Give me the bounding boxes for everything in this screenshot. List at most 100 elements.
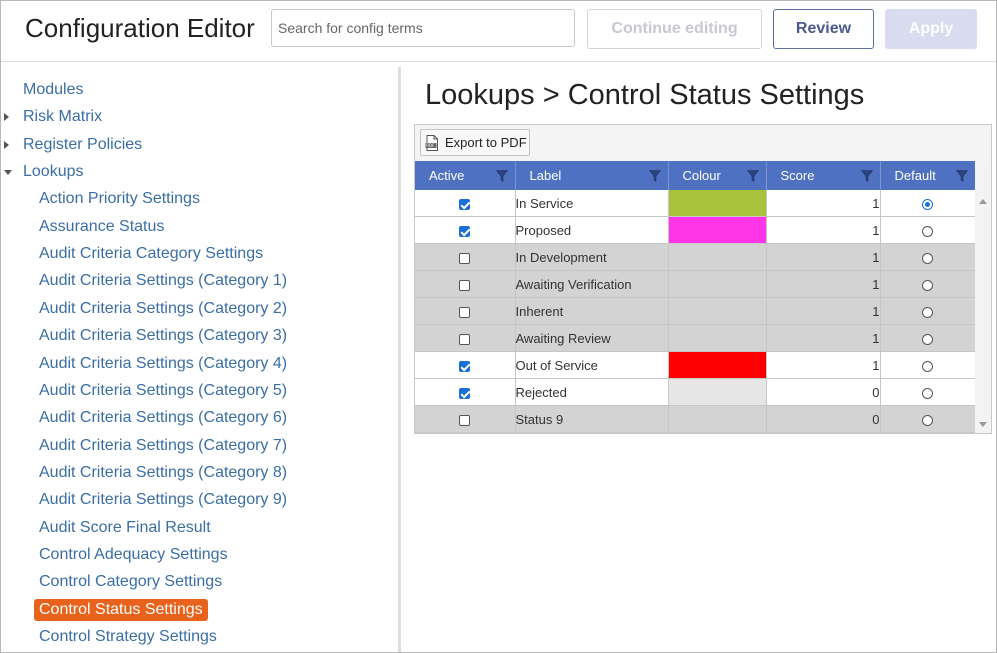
active-checkbox[interactable] <box>459 360 471 372</box>
colour-swatch[interactable] <box>668 243 767 271</box>
expand-right-icon[interactable] <box>4 140 9 149</box>
search-input[interactable] <box>271 9 575 47</box>
score-cell[interactable]: 1 <box>766 270 881 298</box>
active-checkbox[interactable] <box>459 387 471 399</box>
sidebar-splitter[interactable] <box>398 67 401 652</box>
sidebar-item-control-status-settings[interactable]: Control Status Settings <box>34 598 208 621</box>
colour-swatch[interactable] <box>668 216 767 244</box>
sidebar-item-audit-criteria-settings-category-5[interactable]: Audit Criteria Settings (Category 5) <box>39 381 287 401</box>
column-header-default[interactable]: Default <box>880 161 976 190</box>
sidebar-item-assurance-status[interactable]: Assurance Status <box>39 217 164 237</box>
default-radio[interactable] <box>922 414 933 426</box>
default-radio[interactable] <box>922 225 933 237</box>
default-radio[interactable] <box>922 333 933 345</box>
sidebar-item-audit-score-final-result[interactable]: Audit Score Final Result <box>39 518 211 538</box>
sidebar-item-audit-criteria-settings-category-6[interactable]: Audit Criteria Settings (Category 6) <box>39 408 287 428</box>
default-radio[interactable] <box>922 198 933 210</box>
filter-icon[interactable] <box>495 170 508 182</box>
active-checkbox[interactable] <box>459 414 471 426</box>
expand-down-icon[interactable] <box>4 170 12 176</box>
table-row[interactable]: In Service 1 <box>415 190 976 217</box>
score-cell[interactable]: 0 <box>766 405 881 433</box>
scroll-down-icon[interactable] <box>979 422 987 427</box>
label-cell[interactable]: Rejected <box>515 378 669 406</box>
active-checkbox[interactable] <box>459 279 471 291</box>
filter-icon[interactable] <box>955 170 968 182</box>
table-row[interactable]: Out of Service 1 <box>415 351 976 379</box>
sidebar-item-audit-criteria-settings-category-2[interactable]: Audit Criteria Settings (Category 2) <box>39 299 287 319</box>
filter-icon[interactable] <box>648 170 661 182</box>
active-checkbox[interactable] <box>459 252 471 264</box>
default-radio[interactable] <box>922 279 933 291</box>
table-row[interactable]: Awaiting Review 1 <box>415 324 976 352</box>
default-radio[interactable] <box>922 387 933 399</box>
sidebar-item-audit-criteria-settings-category-3[interactable]: Audit Criteria Settings (Category 3) <box>39 326 287 346</box>
label-cell[interactable]: Inherent <box>515 297 669 325</box>
score-cell[interactable]: 1 <box>766 351 881 379</box>
default-cell <box>880 190 976 217</box>
filter-icon[interactable] <box>860 170 873 182</box>
label-cell[interactable]: Status 9 <box>515 405 669 433</box>
label-cell[interactable]: In Development <box>515 243 669 271</box>
score-cell[interactable]: 1 <box>766 243 881 271</box>
table-row[interactable]: Proposed 1 <box>415 216 976 244</box>
table-row[interactable]: Rejected 0 <box>415 378 976 406</box>
sidebar-item-lookups[interactable]: Lookups <box>23 162 84 182</box>
sidebar-item-audit-criteria-settings-category-4[interactable]: Audit Criteria Settings (Category 4) <box>39 354 287 374</box>
score-cell[interactable]: 0 <box>766 378 881 406</box>
label-cell[interactable]: Out of Service <box>515 351 669 379</box>
sidebar-item-audit-criteria-settings-category-7[interactable]: Audit Criteria Settings (Category 7) <box>39 436 287 456</box>
score-cell[interactable]: 1 <box>766 216 881 244</box>
table-row[interactable]: Status 9 0 <box>415 405 976 433</box>
column-header-score[interactable]: Score <box>766 161 881 190</box>
sidebar-item-control-adequacy-settings[interactable]: Control Adequacy Settings <box>39 545 228 565</box>
label-cell[interactable]: Awaiting Review <box>515 324 669 352</box>
sidebar-item-audit-criteria-category-settings[interactable]: Audit Criteria Category Settings <box>39 244 263 264</box>
label-cell[interactable]: In Service <box>515 190 669 217</box>
column-header-label: Label <box>529 168 562 183</box>
default-cell <box>880 405 976 433</box>
colour-swatch[interactable] <box>668 297 767 325</box>
label-cell[interactable]: Awaiting Verification <box>515 270 669 298</box>
apply-button[interactable]: Apply <box>885 9 977 49</box>
colour-swatch[interactable] <box>668 378 767 406</box>
sidebar-item-register-policies[interactable]: Register Policies <box>23 135 142 155</box>
colour-swatch[interactable] <box>668 190 767 217</box>
sidebar-item-audit-criteria-settings-category-9[interactable]: Audit Criteria Settings (Category 9) <box>39 490 287 510</box>
table-row[interactable]: Inherent 1 <box>415 297 976 325</box>
sidebar-item-audit-criteria-settings-category-8[interactable]: Audit Criteria Settings (Category 8) <box>39 463 287 483</box>
default-radio[interactable] <box>922 360 933 372</box>
review-button[interactable]: Review <box>773 9 874 49</box>
default-radio[interactable] <box>922 252 933 264</box>
sidebar-item-action-priority-settings[interactable]: Action Priority Settings <box>39 189 200 209</box>
continue-editing-button[interactable]: Continue editing <box>587 9 762 49</box>
scroll-up-icon[interactable] <box>979 199 987 204</box>
table-row[interactable]: In Development 1 <box>415 243 976 271</box>
grid-scrollbar[interactable] <box>975 161 991 433</box>
sidebar-item-control-category-settings[interactable]: Control Category Settings <box>39 572 222 592</box>
table-row[interactable]: Awaiting Verification 1 <box>415 270 976 298</box>
export-pdf-button[interactable]: PDF Export to PDF <box>420 129 530 156</box>
colour-swatch[interactable] <box>668 405 767 433</box>
sidebar-item-control-strategy-settings[interactable]: Control Strategy Settings <box>39 627 217 647</box>
sidebar-item-modules[interactable]: Modules <box>23 80 83 100</box>
column-header-active[interactable]: Active <box>415 161 516 190</box>
sidebar-item-risk-matrix[interactable]: Risk Matrix <box>23 107 102 127</box>
label-cell[interactable]: Proposed <box>515 216 669 244</box>
sidebar-item-audit-criteria-settings-category-1[interactable]: Audit Criteria Settings (Category 1) <box>39 271 287 291</box>
score-cell[interactable]: 1 <box>766 190 881 217</box>
colour-swatch[interactable] <box>668 270 767 298</box>
default-radio[interactable] <box>922 306 933 318</box>
expand-right-icon[interactable] <box>4 113 9 122</box>
active-checkbox[interactable] <box>459 333 471 345</box>
colour-swatch[interactable] <box>668 351 767 379</box>
column-header-label[interactable]: Label <box>515 161 669 190</box>
colour-swatch[interactable] <box>668 324 767 352</box>
active-checkbox[interactable] <box>459 225 471 237</box>
active-checkbox[interactable] <box>459 198 471 210</box>
active-checkbox[interactable] <box>459 306 471 318</box>
column-header-colour[interactable]: Colour <box>668 161 767 190</box>
score-cell[interactable]: 1 <box>766 297 881 325</box>
filter-icon[interactable] <box>746 170 759 182</box>
score-cell[interactable]: 1 <box>766 324 881 352</box>
